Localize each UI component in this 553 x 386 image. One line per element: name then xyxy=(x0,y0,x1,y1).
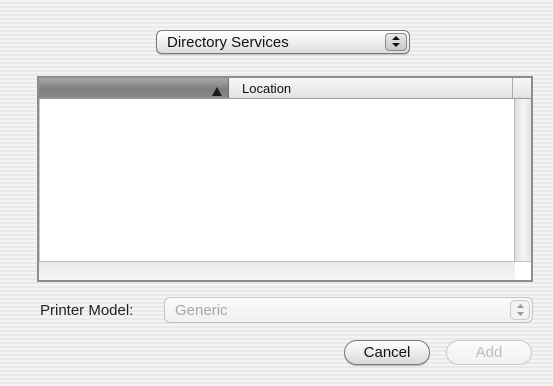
column-header-location-label: Location xyxy=(242,81,292,96)
popup-stepper-icon xyxy=(385,33,407,51)
model-stepper-icon xyxy=(510,300,530,320)
directory-services-popup[interactable]: Directory Services xyxy=(156,30,410,54)
list-header: Location xyxy=(39,78,531,99)
header-corner xyxy=(513,78,531,98)
add-button[interactable]: Add xyxy=(446,340,532,365)
horizontal-scrollbar[interactable] xyxy=(39,261,531,280)
popup-selected-value: Directory Services xyxy=(167,34,289,51)
vertical-scrollbar[interactable] xyxy=(514,99,531,262)
sort-ascending-icon xyxy=(212,83,222,101)
column-header-name[interactable] xyxy=(39,78,229,98)
printer-model-label: Printer Model: xyxy=(40,302,134,319)
column-header-location[interactable]: Location xyxy=(229,78,513,98)
printer-list[interactable]: Location xyxy=(37,76,533,282)
printer-model-value: Generic xyxy=(175,302,228,319)
scroll-corner xyxy=(515,262,531,280)
cancel-button[interactable]: Cancel xyxy=(344,340,430,365)
printer-model-popup[interactable]: Generic xyxy=(164,297,533,323)
